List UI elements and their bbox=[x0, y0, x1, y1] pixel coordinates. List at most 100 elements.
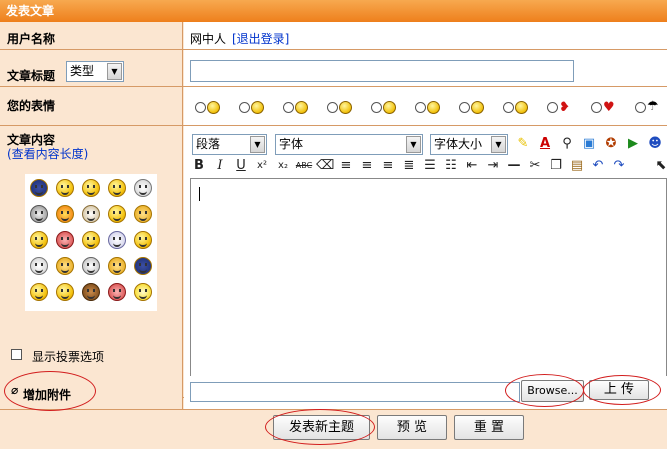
align-left-icon[interactable]: ≡ bbox=[337, 157, 355, 175]
poop-emoticon-icon[interactable] bbox=[82, 283, 100, 301]
upload-button[interactable]: 上 传 bbox=[589, 380, 649, 400]
bold-icon[interactable]: B bbox=[190, 157, 208, 175]
angry-emoticon-icon[interactable] bbox=[82, 179, 100, 197]
preview-button[interactable]: 预 览 bbox=[377, 415, 447, 440]
redo-icon[interactable]: ↷ bbox=[610, 157, 628, 175]
horizontal-rule-icon[interactable]: — bbox=[505, 157, 523, 175]
justify-icon[interactable]: ≣ bbox=[400, 157, 418, 175]
check-length-link[interactable]: (查看内容长度) bbox=[7, 145, 88, 162]
user-label: 用户名称 bbox=[7, 32, 56, 46]
mood-radio[interactable] bbox=[327, 102, 338, 113]
sheep-emoticon-icon[interactable] bbox=[134, 179, 152, 197]
highlight-icon[interactable]: ✎ bbox=[514, 135, 532, 153]
eraser-icon[interactable]: ⌫ bbox=[316, 157, 334, 175]
flash-icon[interactable]: ✪ bbox=[602, 135, 620, 153]
superscript-icon[interactable]: x² bbox=[253, 157, 271, 175]
user-label-cell: 用户名称 bbox=[0, 22, 183, 49]
grandpa-emoticon-icon[interactable] bbox=[82, 257, 100, 275]
police-emoticon-icon[interactable] bbox=[30, 179, 48, 197]
subject-input[interactable] bbox=[190, 60, 574, 82]
username: 网中人 bbox=[190, 32, 227, 46]
copy-icon[interactable]: ❐ bbox=[547, 157, 565, 175]
vote-option-label: 显示投票选项 bbox=[32, 350, 105, 364]
phone-emoticon-icon[interactable] bbox=[134, 205, 152, 223]
mood-radio[interactable] bbox=[635, 102, 646, 113]
undo-icon[interactable]: ↶ bbox=[589, 157, 607, 175]
paragraph-select-value: 段落 bbox=[196, 137, 221, 151]
type-select[interactable]: 类型 ▼ bbox=[66, 61, 124, 82]
mood-radio[interactable] bbox=[371, 102, 382, 113]
ordered-list-icon[interactable]: ☰ bbox=[421, 157, 439, 175]
browse-button[interactable]: Browse... bbox=[521, 380, 584, 402]
mood-radio[interactable] bbox=[239, 102, 250, 113]
coffee-emoticon-icon[interactable] bbox=[82, 205, 100, 223]
emoticon-panel bbox=[25, 174, 157, 311]
mood-label-cell: 您的表情 bbox=[0, 87, 183, 125]
page-header: 发表文章 bbox=[0, 0, 667, 22]
attachment-label-cell: ⌀ 增加附件 bbox=[0, 376, 183, 409]
police-emoticon-icon[interactable] bbox=[134, 257, 152, 275]
find-icon[interactable]: ⚲ bbox=[558, 135, 576, 153]
italic-icon[interactable]: I bbox=[211, 157, 229, 175]
user-value-cell: 网中人 [退出登录] bbox=[184, 22, 667, 49]
mood-radio[interactable] bbox=[195, 102, 206, 113]
laugh-emoticon-icon[interactable] bbox=[30, 231, 48, 249]
font-color-icon[interactable]: A bbox=[536, 135, 554, 153]
phone-emoticon-icon[interactable] bbox=[108, 257, 126, 275]
submit-post-button[interactable]: 发表新主题 bbox=[273, 415, 370, 440]
cool-emoticon-icon[interactable] bbox=[82, 231, 100, 249]
attachment-file-input[interactable] bbox=[190, 382, 520, 402]
confused-emoticon-icon[interactable] bbox=[56, 283, 74, 301]
font-select[interactable]: 字体 ▼ bbox=[275, 134, 423, 155]
content-editor[interactable] bbox=[190, 178, 667, 388]
mood-radio[interactable] bbox=[459, 102, 470, 113]
logout-link[interactable]: [退出登录] bbox=[232, 30, 289, 47]
media-icon[interactable]: ▶ bbox=[624, 135, 642, 153]
paragraph-select[interactable]: 段落 ▼ bbox=[192, 134, 267, 155]
mood-radio[interactable] bbox=[415, 102, 426, 113]
underline-icon[interactable]: U bbox=[232, 157, 250, 175]
mood-value-cell: ❥ ♥ ☂ bbox=[184, 87, 667, 125]
mood-row: 您的表情 ❥ ♥ ☂ bbox=[0, 87, 667, 126]
strikethrough-icon[interactable]: ABC bbox=[295, 157, 313, 175]
sleepy-emoticon-icon[interactable] bbox=[30, 283, 48, 301]
gift-emoticon-icon[interactable] bbox=[56, 231, 74, 249]
unordered-list-icon[interactable]: ☷ bbox=[442, 157, 460, 175]
subject-label: 文章标题 bbox=[7, 69, 56, 83]
mood-radio[interactable] bbox=[503, 102, 514, 113]
laugh-icon bbox=[515, 101, 528, 114]
gift-emoticon-icon[interactable] bbox=[108, 283, 126, 301]
align-center-icon[interactable]: ≡ bbox=[358, 157, 376, 175]
cry-emoticon-icon[interactable] bbox=[134, 231, 152, 249]
page-title: 发表文章 bbox=[6, 4, 55, 18]
moon-emoticon-icon[interactable] bbox=[108, 231, 126, 249]
size-select[interactable]: 字体大小 ▼ bbox=[430, 134, 508, 155]
subscript-icon[interactable]: x₂ bbox=[274, 157, 292, 175]
mood-label: 您的表情 bbox=[7, 99, 56, 113]
mood-radio[interactable] bbox=[547, 102, 558, 113]
smile-emoticon-icon[interactable] bbox=[108, 179, 126, 197]
phone-emoticon-icon[interactable] bbox=[56, 257, 74, 275]
indent-icon[interactable]: ⇥ bbox=[484, 157, 502, 175]
post-form: 用户名称 网中人 [退出登录] 文章标题 类型 ▼ 您的表情 ❥ ♥ ☂ 文章内… bbox=[0, 22, 667, 449]
thinking-emoticon-icon[interactable] bbox=[56, 179, 74, 197]
vote-checkbox[interactable] bbox=[11, 349, 22, 360]
content-value-cell: 段落 ▼ 字体 ▼ 字体大小 ▼ ✎ A ⚲ ▣ ✪ ▶ ☻ B I U x² … bbox=[184, 126, 667, 397]
font-select-value: 字体 bbox=[279, 137, 304, 151]
skull-emoticon-icon[interactable] bbox=[30, 205, 48, 223]
mood-radio[interactable] bbox=[283, 102, 294, 113]
cut-icon[interactable]: ✂ bbox=[526, 157, 544, 175]
wink-icon bbox=[427, 101, 440, 114]
mood-radio[interactable] bbox=[591, 102, 602, 113]
sun-emoticon-icon[interactable] bbox=[56, 205, 74, 223]
reset-button[interactable]: 重 置 bbox=[454, 415, 524, 440]
image-icon[interactable]: ▣ bbox=[580, 135, 598, 153]
paste-icon[interactable]: ▤ bbox=[568, 157, 586, 175]
grin-icon bbox=[339, 101, 352, 114]
happy-emoticon-icon[interactable] bbox=[108, 205, 126, 223]
outdent-icon[interactable]: ⇤ bbox=[463, 157, 481, 175]
align-right-icon[interactable]: ≡ bbox=[379, 157, 397, 175]
emoticon-icon[interactable]: ☻ bbox=[646, 135, 664, 153]
sheep-emoticon-icon[interactable] bbox=[30, 257, 48, 275]
lightbulb-emoticon-icon[interactable] bbox=[134, 283, 152, 301]
